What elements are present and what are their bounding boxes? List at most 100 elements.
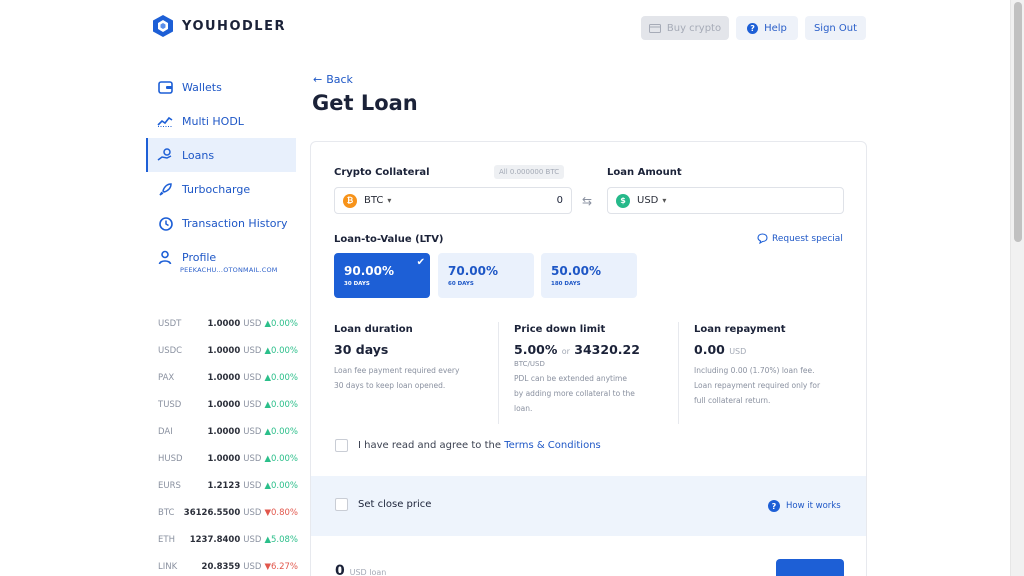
chevron-down-icon[interactable]: ▾ xyxy=(662,196,666,205)
ticker-change-value: 5.08% xyxy=(270,534,298,545)
ltv-label: Loan-to-Value (LTV) xyxy=(334,234,444,245)
ticker-currency: USD xyxy=(243,318,262,329)
ticker-change-value: 0.00% xyxy=(270,399,298,410)
note-line: PDL can be extended anytime xyxy=(514,374,627,383)
ticker-value: 1.0000 xyxy=(207,372,241,383)
ticker-currency: USD xyxy=(243,561,262,572)
ticker-change: ▼6.27% xyxy=(264,561,298,572)
sidebar-item-wallets[interactable]: Wallets xyxy=(146,70,296,104)
ltv-percent: 70.00% xyxy=(448,264,498,278)
sidebar-item-loans[interactable]: Loans xyxy=(146,138,296,172)
sidebar-item-label: Wallets xyxy=(182,80,222,94)
ticker-change-value: 0.00% xyxy=(270,345,298,356)
profile-email[interactable]: PEEKACHU...OTONMAIL.COM xyxy=(180,266,278,274)
price-down-note: PDL can be extended anytime by adding mor… xyxy=(514,371,674,416)
close-price-section: Set close price ? How it works xyxy=(311,476,866,536)
loan-duration-block: Loan duration 30 days Loan fee payment r… xyxy=(334,324,494,393)
sidebar-item-turbocharge[interactable]: Turbocharge xyxy=(146,172,296,206)
ticker-symbol: EURS xyxy=(158,480,181,491)
ticker-row-eth: ETH 1237.8400 USD ▲5.08% xyxy=(158,526,298,553)
note-line: loan. xyxy=(514,404,533,413)
loan-amount-input[interactable]: $ USD ▾ xyxy=(607,187,844,214)
ticker-currency: USD xyxy=(243,480,262,491)
request-special-link[interactable]: Request special xyxy=(757,233,843,244)
ticker-value: 1.2123 xyxy=(207,480,241,491)
sidebar-nav: Wallets Multi HODL Loans Turbocharge Tra… xyxy=(146,70,296,274)
sidebar-item-transaction-history[interactable]: Transaction History xyxy=(146,206,296,240)
ticker-change: ▲0.00% xyxy=(264,426,298,437)
ticker-value: 1.0000 xyxy=(207,453,241,464)
loan-repayment-note: Including 0.00 (1.70%) loan fee. Loan rep… xyxy=(694,363,854,408)
ltv-days: 60 DAYS xyxy=(448,281,474,287)
ticker-change-value: 0.80% xyxy=(270,507,298,518)
collateral-all-button[interactable]: All 0.000000 BTC xyxy=(494,165,565,179)
loan-repayment-unit: USD xyxy=(729,347,747,356)
ticker-change: ▲0.00% xyxy=(264,345,298,356)
get-loan-button[interactable] xyxy=(776,559,844,576)
history-icon xyxy=(157,215,173,231)
sidebar-item-label: Profile xyxy=(182,250,217,264)
ticker-currency: USD xyxy=(243,426,262,437)
sidebar-item-label: Loans xyxy=(182,148,215,162)
ticker-row-pax: PAX 1.0000 USD ▲0.00% xyxy=(158,364,298,391)
ltv-option-70[interactable]: 70.00% 60 DAYS xyxy=(438,253,534,298)
brand-logo[interactable]: YOUHODLER xyxy=(152,14,286,38)
usd-coin-icon: $ xyxy=(616,193,630,208)
ltv-days: 30 DAYS xyxy=(344,281,370,287)
price-ticker: USDT 1.0000 USD ▲0.00% USDC 1.0000 USD ▲0.00% … xyxy=(158,310,298,576)
ltv-option-90[interactable]: ✔ 90.00% 30 DAYS xyxy=(334,253,430,298)
terms-agreement: I have read and agree to the Terms & Con… xyxy=(335,439,601,452)
sidebar-item-multi-hodl[interactable]: Multi HODL xyxy=(146,104,296,138)
loan-hand-icon xyxy=(157,147,173,163)
help-button[interactable]: ? Help xyxy=(736,16,798,40)
how-it-works-link[interactable]: ? How it works xyxy=(768,500,841,512)
help-label: Help xyxy=(764,22,787,34)
collateral-amount[interactable]: 0 xyxy=(557,195,563,206)
help-icon: ? xyxy=(747,22,759,34)
terms-link[interactable]: Terms & Conditions xyxy=(504,440,601,451)
chat-bubble-icon xyxy=(757,233,768,244)
sidebar-item-label: Turbocharge xyxy=(182,182,251,196)
collateral-input[interactable]: ₿ BTC ▾ 0 xyxy=(334,187,572,214)
page-scrollbar[interactable] xyxy=(1010,0,1024,576)
collateral-currency-select[interactable]: BTC xyxy=(364,195,383,206)
ltv-option-50[interactable]: 50.00% 180 DAYS xyxy=(541,253,637,298)
loan-duration-title: Loan duration xyxy=(334,324,413,335)
ticker-value: 1237.8400 xyxy=(189,534,241,545)
close-price-checkbox[interactable] xyxy=(335,498,348,511)
ticker-currency: USD xyxy=(243,453,262,464)
ltv-percent: 50.00% xyxy=(551,264,601,278)
back-link[interactable]: ← Back xyxy=(313,73,353,86)
loan-currency-select[interactable]: USD xyxy=(637,195,658,206)
note-line: by adding more collateral to the xyxy=(514,389,635,398)
ticker-currency: USD xyxy=(243,372,262,383)
ticker-change-value: 0.00% xyxy=(270,480,298,491)
ticker-symbol: USDC xyxy=(158,345,183,356)
note-line: full collateral return. xyxy=(694,396,771,405)
ticker-symbol: DAI xyxy=(158,426,173,437)
scrollbar-thumb[interactable] xyxy=(1014,2,1022,242)
terms-checkbox[interactable] xyxy=(335,439,348,452)
rocket-icon xyxy=(157,181,173,197)
ticker-currency: USD xyxy=(243,399,262,410)
chart-line-icon xyxy=(157,113,173,129)
ticker-value: 1.0000 xyxy=(207,399,241,410)
price-down-percent: 5.00% xyxy=(514,342,558,357)
ltv-days: 180 DAYS xyxy=(551,281,581,287)
ticker-row-tusd: TUSD 1.0000 USD ▲0.00% xyxy=(158,391,298,418)
brand-name: YOUHODLER xyxy=(182,18,286,34)
loan-total-value: 0 xyxy=(335,563,345,576)
price-down-title: Price down limit xyxy=(514,324,606,335)
ticker-currency: USD xyxy=(243,534,262,545)
chevron-down-icon[interactable]: ▾ xyxy=(387,196,391,205)
swap-icon[interactable]: ⇆ xyxy=(582,194,592,208)
arrow-left-icon: ← xyxy=(313,73,323,86)
sidebar-item-label: Transaction History xyxy=(182,216,288,230)
ticker-row-dai: DAI 1.0000 USD ▲0.00% xyxy=(158,418,298,445)
loan-amount-label: Loan Amount xyxy=(607,167,682,178)
note-line: Loan repayment required only for xyxy=(694,381,821,390)
btc-coin-icon: ₿ xyxy=(343,193,357,208)
buy-crypto-button[interactable]: Buy crypto xyxy=(641,16,729,40)
buy-crypto-label: Buy crypto xyxy=(666,22,722,34)
sign-out-button[interactable]: Sign Out xyxy=(805,16,866,40)
